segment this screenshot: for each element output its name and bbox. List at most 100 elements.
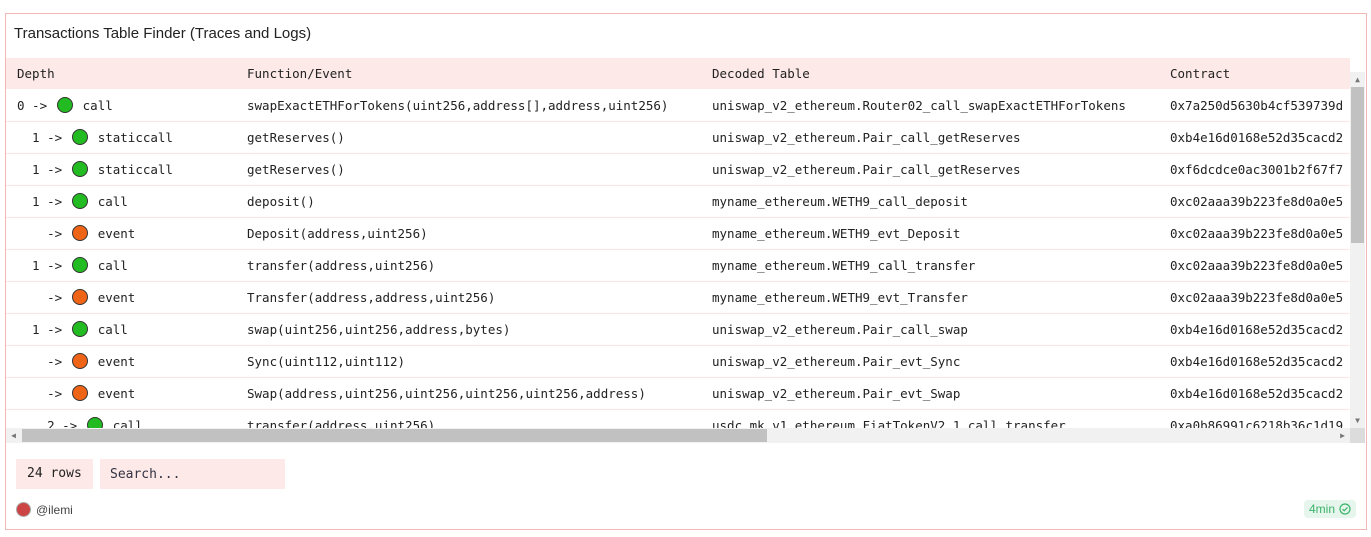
table-header: Depth Function/Event Decoded Table Contr… bbox=[6, 58, 1350, 89]
depth-prefix: -> bbox=[17, 386, 70, 401]
scroll-up-icon[interactable]: ▲ bbox=[1350, 72, 1365, 87]
column-header-contract[interactable]: Contract bbox=[1170, 58, 1350, 89]
results-table: Depth Function/Event Decoded Table Contr… bbox=[6, 58, 1350, 428]
depth-prefix: 1 -> bbox=[17, 258, 70, 273]
depth-cell: 1 -> staticcall bbox=[17, 154, 173, 185]
event-status-dot-icon bbox=[71, 385, 88, 401]
call-type: event bbox=[97, 290, 136, 305]
horizontal-scroll-thumb[interactable] bbox=[22, 429, 767, 442]
call-status-dot-icon bbox=[71, 257, 88, 273]
decoded-table-cell: uniswap_v2_ethereum.Pair_call_getReserve… bbox=[712, 130, 1021, 145]
call-type: event bbox=[97, 354, 136, 369]
horizontal-scrollbar[interactable]: ◀ ▶ bbox=[6, 428, 1350, 443]
depth-cell: 2 -> call bbox=[17, 410, 143, 428]
function-cell: Swap(address,uint256,uint256,uint256,uin… bbox=[247, 386, 646, 401]
function-cell: Deposit(address,uint256) bbox=[247, 226, 428, 241]
panel-title: Transactions Table Finder (Traces and Lo… bbox=[14, 25, 312, 42]
freshness-badge: 4min bbox=[1303, 500, 1356, 518]
depth-prefix: 2 -> bbox=[17, 418, 85, 428]
contract-cell: 0xb4e16d0168e52d35cacd2 bbox=[1170, 386, 1344, 401]
function-cell: swapExactETHForTokens(uint256,address[],… bbox=[247, 98, 669, 113]
depth-cell: -> event bbox=[17, 346, 135, 377]
table-row[interactable]: -> event Sync(uint112,uint112) uniswap_v2_… bbox=[6, 346, 1350, 378]
depth-prefix: 1 -> bbox=[17, 322, 70, 337]
depth-prefix: 1 -> bbox=[17, 162, 70, 177]
age-label: 4min bbox=[1308, 502, 1335, 516]
decoded-table-cell: usdc_mk_v1_ethereum.FiatTokenV2_1_call_t… bbox=[712, 418, 1066, 428]
scrollbar-corner bbox=[1350, 428, 1365, 443]
contract-cell: 0xc02aaa39b223fe8d0a0e5 bbox=[1170, 226, 1344, 241]
decoded-table-cell: myname_ethereum.WETH9_evt_Deposit bbox=[712, 226, 961, 241]
table-row[interactable]: 1 -> call transfer(address,uint256) myname… bbox=[6, 250, 1350, 282]
call-status-dot-icon bbox=[71, 129, 88, 145]
author-link[interactable]: @ilemi bbox=[16, 502, 73, 517]
vertical-scrollbar[interactable]: ▲ ▼ bbox=[1350, 72, 1365, 428]
call-type: call bbox=[97, 322, 128, 337]
author-name: @ilemi bbox=[36, 502, 73, 517]
function-cell: transfer(address,uint256) bbox=[247, 258, 436, 273]
table-row[interactable]: -> event Transfer(address,address,uint256… bbox=[6, 282, 1350, 314]
decoded-table-cell: uniswap_v2_ethereum.Pair_evt_Swap bbox=[712, 386, 961, 401]
function-cell: Sync(uint112,uint112) bbox=[247, 354, 406, 369]
call-status-dot-icon bbox=[56, 97, 73, 113]
call-status-dot-icon bbox=[71, 321, 88, 337]
depth-cell: 1 -> call bbox=[17, 250, 128, 281]
call-type: staticcall bbox=[97, 162, 173, 177]
column-header-function[interactable]: Function/Event bbox=[247, 58, 352, 89]
function-cell: transfer(address,uint256) bbox=[247, 418, 436, 428]
contract-cell: 0xc02aaa39b223fe8d0a0e5 bbox=[1170, 290, 1344, 305]
contract-cell: 0xb4e16d0168e52d35cacd2 bbox=[1170, 130, 1344, 145]
column-header-depth[interactable]: Depth bbox=[17, 58, 55, 89]
table-row[interactable]: 2 -> call transfer(address,uint256) usdc_m… bbox=[6, 410, 1350, 428]
vertical-scroll-thumb[interactable] bbox=[1351, 87, 1364, 243]
function-cell: getReserves() bbox=[247, 130, 345, 145]
contract-cell: 0xb4e16d0168e52d35cacd2 bbox=[1170, 322, 1344, 337]
table-row[interactable]: 1 -> call swap(uint256,uint256,address,by… bbox=[6, 314, 1350, 346]
decoded-table-cell: myname_ethereum.WETH9_evt_Transfer bbox=[712, 290, 968, 305]
decoded-table-cell: myname_ethereum.WETH9_call_deposit bbox=[712, 194, 968, 209]
table-row[interactable]: -> event Deposit(address,uint256) myname_e… bbox=[6, 218, 1350, 250]
function-cell: swap(uint256,uint256,address,bytes) bbox=[247, 322, 511, 337]
call-type: event bbox=[97, 226, 136, 241]
table-panel: Transactions Table Finder (Traces and Lo… bbox=[5, 13, 1367, 530]
event-status-dot-icon bbox=[71, 353, 88, 369]
table-row[interactable]: 1 -> staticcall getReserves() uniswap_v2_e… bbox=[6, 154, 1350, 186]
call-type: event bbox=[97, 386, 136, 401]
call-type: staticcall bbox=[97, 130, 173, 145]
table-row[interactable]: 1 -> staticcall getReserves() uniswap_v2_e… bbox=[6, 122, 1350, 154]
table-row[interactable]: -> event Swap(address,uint256,uint256,uin… bbox=[6, 378, 1350, 410]
column-header-decoded-table[interactable]: Decoded Table bbox=[712, 58, 810, 89]
contract-cell: 0xa0b86991c6218b36c1d19 bbox=[1170, 418, 1344, 428]
decoded-table-cell: myname_ethereum.WETH9_call_transfer bbox=[712, 258, 976, 273]
depth-prefix: 0 -> bbox=[17, 98, 55, 113]
depth-cell: -> event bbox=[17, 378, 135, 409]
contract-cell: 0xc02aaa39b223fe8d0a0e5 bbox=[1170, 194, 1344, 209]
function-cell: Transfer(address,address,uint256) bbox=[247, 290, 496, 305]
call-type: call bbox=[82, 98, 113, 113]
decoded-table-cell: uniswap_v2_ethereum.Pair_call_getReserve… bbox=[712, 162, 1021, 177]
scroll-right-icon[interactable]: ▶ bbox=[1335, 428, 1350, 443]
depth-prefix: -> bbox=[17, 226, 70, 241]
table-row[interactable]: 0 -> call swapExactETHForTokens(uint256,a… bbox=[6, 90, 1350, 122]
decoded-table-cell: uniswap_v2_ethereum.Router02_call_swapEx… bbox=[712, 98, 1126, 113]
table-row[interactable]: 1 -> call deposit() myname_ethereum.WETH9_… bbox=[6, 186, 1350, 218]
depth-prefix: -> bbox=[17, 354, 70, 369]
depth-cell: 1 -> call bbox=[17, 314, 128, 345]
scroll-down-icon[interactable]: ▼ bbox=[1350, 413, 1365, 428]
contract-cell: 0xc02aaa39b223fe8d0a0e5 bbox=[1170, 258, 1344, 273]
scroll-left-icon[interactable]: ◀ bbox=[6, 428, 21, 443]
decoded-table-cell: uniswap_v2_ethereum.Pair_evt_Sync bbox=[712, 354, 961, 369]
call-status-dot-icon bbox=[71, 193, 88, 209]
call-status-dot-icon bbox=[86, 417, 103, 428]
depth-cell: 1 -> call bbox=[17, 186, 128, 217]
search-input[interactable] bbox=[100, 459, 285, 489]
depth-cell: 0 -> call bbox=[17, 90, 113, 121]
call-type: call bbox=[112, 418, 143, 428]
depth-cell: 1 -> staticcall bbox=[17, 122, 173, 153]
depth-prefix: -> bbox=[17, 290, 70, 305]
event-status-dot-icon bbox=[71, 289, 88, 305]
depth-cell: -> event bbox=[17, 282, 135, 313]
contract-cell: 0xb4e16d0168e52d35cacd2 bbox=[1170, 354, 1344, 369]
contract-cell: 0xf6dcdce0ac3001b2f67f7 bbox=[1170, 162, 1344, 177]
contract-cell: 0x7a250d5630b4cf539739d bbox=[1170, 98, 1344, 113]
